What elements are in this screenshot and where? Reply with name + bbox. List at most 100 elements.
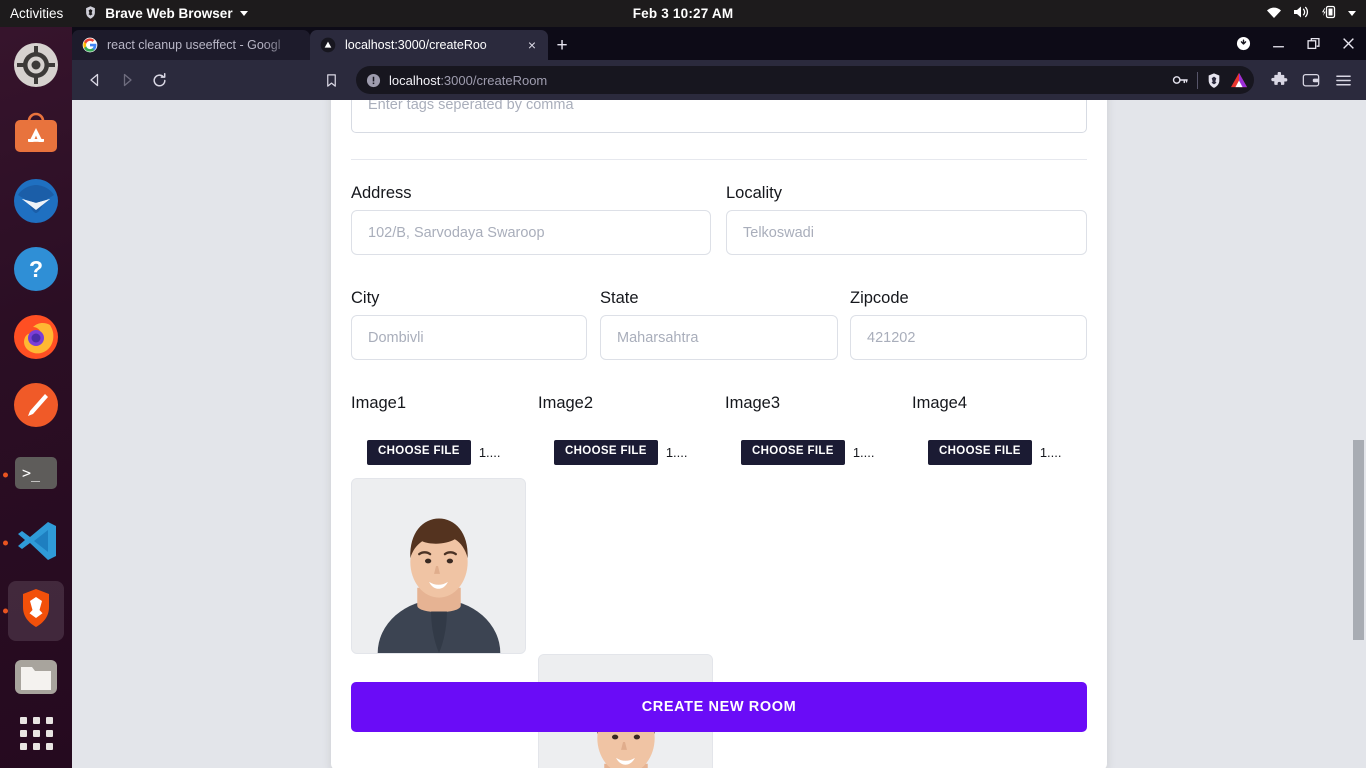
window-controls: [1226, 27, 1366, 60]
minimize-button[interactable]: [1261, 27, 1296, 60]
main-menu-icon[interactable]: [1328, 65, 1358, 95]
tags-placeholder: Enter tags seperated by comma: [368, 100, 574, 113]
state-placeholder: Maharsahtra: [617, 329, 699, 346]
thunderbird-icon: [12, 177, 60, 230]
restore-button[interactable]: [1296, 27, 1331, 60]
gnome-top-bar: Activities Brave Web Browser Feb 3 10:27…: [0, 0, 1366, 27]
tab-title: react cleanup useeffect - Googl: [107, 38, 281, 52]
dock-item-settings[interactable]: [0, 33, 72, 101]
download-icon[interactable]: [1226, 27, 1261, 60]
navigation-toolbar: localhost:3000/createRoom: [72, 60, 1366, 100]
browser-tab-1[interactable]: react cleanup useeffect - Googl: [72, 30, 310, 60]
close-tab-icon[interactable]: ×: [526, 38, 538, 52]
forward-icon[interactable]: [112, 65, 142, 95]
image2-file-input[interactable]: CHOOSE FILE 1....: [554, 440, 690, 465]
battery-charging-icon: [1321, 5, 1337, 22]
app-grid-icon: [19, 717, 53, 750]
portrait-photo: [352, 479, 525, 653]
brave-lion-icon: [83, 5, 98, 23]
show-applications-button[interactable]: [0, 717, 72, 750]
files-icon: [12, 653, 60, 706]
selected-file-name: 1....: [852, 444, 875, 460]
create-new-room-button[interactable]: CREATE NEW ROOM: [351, 682, 1087, 732]
locality-label: Locality: [726, 184, 782, 202]
terminal-icon: >_: [12, 449, 60, 502]
choose-file-button[interactable]: CHOOSE FILE: [928, 440, 1032, 465]
svg-text:?: ?: [29, 256, 43, 282]
not-secure-info-icon[interactable]: [366, 73, 381, 88]
state-input[interactable]: Maharsahtra: [600, 315, 838, 360]
selected-file-name: 1....: [1039, 444, 1062, 460]
password-key-icon[interactable]: [1172, 73, 1189, 87]
image1-file-input[interactable]: CHOOSE FILE 1....: [367, 440, 503, 465]
svg-text:>_: >_: [22, 464, 41, 482]
create-room-form-card: Enter tags seperated by comma Address 10…: [331, 100, 1107, 768]
brave-browser-window: react cleanup useeffect - Googl localhos…: [72, 27, 1366, 768]
zipcode-placeholder: 421202: [867, 329, 916, 346]
tab-title: localhost:3000/createRoo: [345, 38, 487, 52]
focused-app-menu[interactable]: Brave Web Browser: [75, 5, 255, 23]
dock-item-terminal[interactable]: >_: [0, 441, 72, 509]
city-label: City: [351, 289, 380, 307]
dock-item-thunderbird[interactable]: [0, 169, 72, 237]
settings-gear-icon: [12, 41, 60, 94]
chevron-down-icon: [239, 11, 248, 16]
selected-file-name: 1....: [478, 444, 501, 460]
city-input[interactable]: Dombivli: [351, 315, 587, 360]
rhythmbox-icon: [12, 381, 60, 434]
visual-studio-code-icon: [12, 517, 60, 570]
url-host: localhost: [389, 72, 441, 88]
image3-file-input[interactable]: CHOOSE FILE 1....: [741, 440, 877, 465]
url-text: localhost:3000/createRoom: [389, 73, 1164, 88]
dock-item-firefox[interactable]: [0, 305, 72, 373]
locality-placeholder: Telkoswadi: [743, 224, 814, 241]
page-viewport: Enter tags seperated by comma Address 10…: [72, 100, 1366, 768]
system-tray[interactable]: [1266, 0, 1356, 27]
firefox-icon: [12, 313, 60, 366]
zipcode-label: Zipcode: [850, 289, 909, 307]
ubuntu-software-icon: [12, 109, 60, 162]
image2-label: Image2: [538, 394, 594, 412]
activities-button[interactable]: Activities: [0, 6, 75, 21]
image1-preview: [351, 478, 526, 654]
brave-shields-icon[interactable]: [1206, 72, 1222, 88]
tab-strip: react cleanup useeffect - Googl localhos…: [72, 27, 1366, 60]
running-indicator: [3, 472, 8, 478]
image4-file-input[interactable]: CHOOSE FILE 1....: [928, 440, 1064, 465]
choose-file-button[interactable]: CHOOSE FILE: [367, 440, 471, 465]
system-menu-chevron-icon: [1348, 11, 1356, 16]
extensions-puzzle-icon[interactable]: [1264, 65, 1294, 95]
dock-item-ubuntu-software[interactable]: [0, 101, 72, 169]
zipcode-input[interactable]: 421202: [850, 315, 1087, 360]
ubuntu-dock: ? >_: [0, 27, 72, 768]
dock-item-help[interactable]: ?: [0, 237, 72, 305]
new-tab-button[interactable]: +: [548, 30, 576, 60]
close-button[interactable]: [1331, 27, 1366, 60]
tags-input[interactable]: Enter tags seperated by comma: [351, 100, 1087, 133]
choose-file-button[interactable]: CHOOSE FILE: [554, 440, 658, 465]
dock-item-files[interactable]: [0, 645, 72, 713]
selected-file-name: 1....: [665, 444, 688, 460]
brave-rewards-icon[interactable]: [1230, 72, 1248, 88]
running-indicator: [3, 608, 8, 614]
section-divider: [351, 159, 1087, 160]
choose-file-button[interactable]: CHOOSE FILE: [741, 440, 845, 465]
back-icon[interactable]: [80, 65, 110, 95]
bookmark-icon[interactable]: [316, 65, 346, 95]
address-input[interactable]: 102/B, Sarvodaya Swaroop: [351, 210, 711, 255]
brave-wallet-icon[interactable]: [1296, 65, 1326, 95]
scrollbar-thumb[interactable]: [1353, 440, 1364, 640]
dock-item-rhythmbox[interactable]: [0, 373, 72, 441]
address-label: Address: [351, 184, 412, 202]
image1-label: Image1: [351, 394, 407, 412]
browser-tab-2[interactable]: localhost:3000/createRoo ×: [310, 30, 548, 60]
reload-icon[interactable]: [144, 65, 174, 95]
dock-item-brave-browser[interactable]: [0, 577, 72, 645]
dock-item-vscode[interactable]: [0, 509, 72, 577]
wifi-icon: [1266, 6, 1282, 22]
page-scrollbar[interactable]: [1351, 100, 1366, 768]
address-bar[interactable]: localhost:3000/createRoom: [356, 66, 1254, 94]
locality-input[interactable]: Telkoswadi: [726, 210, 1087, 255]
localhost-icon: [320, 37, 336, 53]
google-icon: [82, 37, 98, 53]
